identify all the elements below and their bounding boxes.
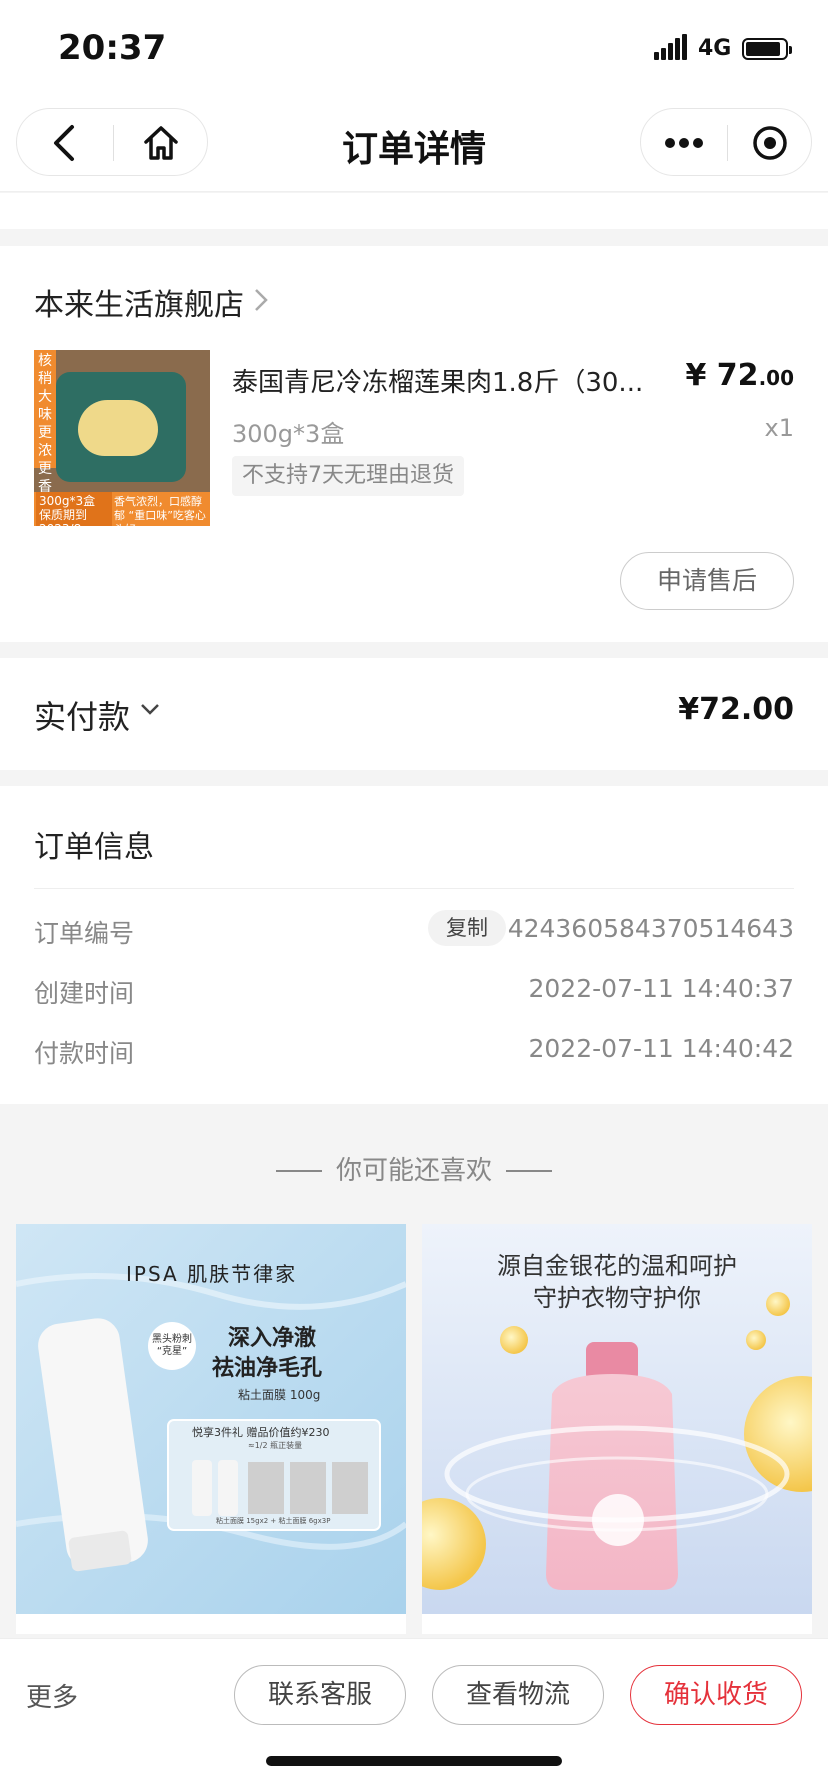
ipsa-caption: 粘土面膜 15gx2 + 粘土面膜 6gx3P [216,1517,331,1525]
contact-service-button[interactable]: 联系客服 [234,1665,406,1725]
ipsa-brand: IPSA 肌肤节律家 [126,1262,298,1286]
paid-time-label: 付款时间 [34,1039,135,1068]
created-time-label: 创建时间 [34,979,135,1008]
thumb-bottom-left-text: 300g*3盒 保质期到2023/8 [36,492,112,526]
nav-bar: 订单详情 [0,100,828,192]
order-number-label: 订单编号 [34,919,135,948]
nav-right-capsule [640,108,812,176]
ipsa-promo-note: ≈1/2 瓶正装量 [248,1441,303,1450]
product-title[interactable]: 泰国青尼冷冻榴莲果肉1.8斤（30... [232,362,643,399]
thumb-vertical-label: 核稍大味更浓更香 [34,350,56,495]
bottom-action-bar: 更多 联系客服 查看物流 确认收货 [0,1638,828,1792]
product-thumbnail[interactable]: 核稍大味更浓更香 300g*3盒 保质期到2023/8 香气浓烈，口感醇郁 “重… [34,350,210,526]
more-button[interactable]: 更多 [26,1677,78,1714]
thumb-bottom-banner: 300g*3盒 保质期到2023/8 香气浓烈，口感醇郁 “重口味”吃客心头好 [34,492,210,526]
created-time-row: 创建时间 2022-07-11 14:40:37 [34,974,794,1014]
confirm-receipt-button[interactable]: 确认收货 [630,1665,802,1725]
view-logistics-button[interactable]: 查看物流 [432,1665,604,1725]
return-policy-tag: 不支持7天无理由退货 [232,456,464,496]
order-info-title: 订单信息 [34,830,154,865]
signal-icon [654,34,688,60]
paid-label: 实付款 [34,698,131,736]
order-number-value: 424360584370514643 [507,914,794,943]
home-indicator[interactable] [266,1756,562,1766]
ipsa-headline-1: 深入净澈 [228,1326,317,1351]
rec-title-line-right [506,1170,552,1172]
durian-flesh-shape [78,400,158,456]
ipsa-subtitle: 粘土面膜 100g [238,1388,321,1402]
battery-icon [742,38,792,60]
chevron-right-icon [255,289,268,311]
more-menu-button[interactable] [641,109,727,177]
chevron-down-icon [141,704,159,715]
product-spec: 300g*3盒 [232,420,345,448]
created-time-value: 2022-07-11 14:40:37 [528,974,794,1003]
status-bar: 20:37 4G [0,0,828,100]
product-price: ¥ 72.00 [685,358,794,393]
rec-item-ipsa[interactable]: IPSA 肌肤节律家 黑头粉刺 “克星” 深入净澈 祛油净毛孔 粘土面膜 100… [16,1224,406,1634]
order-number-row: 订单编号 复制 424360584370514643 [34,910,794,954]
status-time: 20:37 [58,28,167,68]
top-spacer [0,193,828,229]
target-icon [753,126,787,160]
payment-card[interactable]: 实付款 ¥72.00 [0,658,828,770]
paid-time-value: 2022-07-11 14:40:42 [528,1034,794,1063]
laundry-headline-1: 源自金银花的温和呵护 [497,1252,737,1280]
ipsa-badge: 黑头粉刺 “克星” [152,1334,192,1357]
more-dots-icon [665,138,703,148]
copy-button[interactable]: 复制 [428,910,506,946]
recommendations-title: 你可能还喜欢 [335,1156,492,1186]
product-quantity: x1 [764,414,794,442]
thumb-bottom-right-text: 香气浓烈，口感醇郁 “重口味”吃客心头好 [114,495,206,526]
ipsa-promo: 悦享3件礼 赠品价值约¥230 [192,1426,330,1439]
paid-amount: ¥72.00 [678,692,794,727]
paid-time-row: 付款时间 2022-07-11 14:40:42 [34,1034,794,1074]
rec-item-laundry[interactable]: 源自金银花的温和呵护 守护衣物守护你 [422,1224,812,1634]
price-main: ¥ 72 [685,358,759,393]
network-type: 4G [698,36,732,61]
apply-aftersale-button[interactable]: 申请售后 [620,552,794,610]
ipsa-headline-2: 祛油净毛孔 [212,1356,323,1381]
close-miniprogram-button[interactable] [727,109,813,177]
divider [34,888,794,889]
store-name[interactable]: 本来生活旗舰店 [34,280,244,324]
laundry-headline-2: 守护衣物守护你 [533,1284,701,1312]
price-decimal: .00 [758,366,794,390]
order-info-card: 订单信息 订单编号 复制 424360584370514643 创建时间 202… [0,786,828,1104]
store-card: 本来生活旗舰店 核稍大味更浓更香 300g*3盒 保质期到2023/8 香气浓烈… [0,246,828,642]
